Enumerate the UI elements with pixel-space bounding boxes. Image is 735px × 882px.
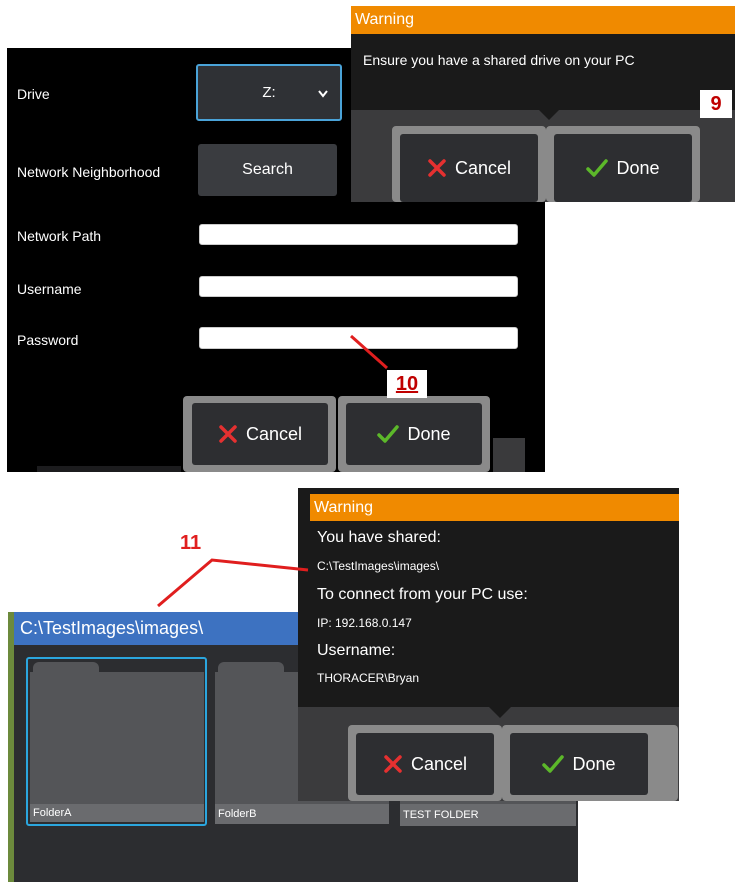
callout-step-10: 10 [387,370,427,398]
drive-label: Drive [17,86,50,102]
warning-notch [537,108,561,120]
network-done-label: Done [407,423,451,444]
close-icon [219,425,237,443]
shared-heading: You have shared: [317,529,441,546]
browser-path-bar: C:\TestImages\images\ [14,612,300,645]
ip-address: IP: 192.168.0.147 [317,616,412,630]
warning2-notch [488,706,512,718]
warning2-done-button[interactable]: Done [510,733,648,795]
username-label: Username [17,281,82,297]
window-edge-strip [8,612,14,882]
warning2-title: Warning [314,498,373,516]
callout-line-11 [157,558,309,608]
username-input[interactable] [199,276,518,297]
chevron-down-icon [318,90,328,98]
close-icon [428,159,446,177]
drive-select[interactable]: Z: [196,64,342,121]
warning2-cancel-label: Cancel [410,753,468,774]
search-button[interactable]: Search [198,144,337,196]
close-icon [384,755,402,773]
network-path-label: Network Path [17,228,102,244]
drive-value: Z: [262,84,276,101]
username-value: THORACER\Bryan [317,671,420,685]
shared-path: C:\TestImages\images\ [317,559,440,573]
network-path-input[interactable] [199,224,518,245]
warning-cancel-label: Cancel [454,157,512,178]
warning-done-label: Done [616,157,660,178]
warning2-cancel-button[interactable]: Cancel [356,733,494,795]
callout-step-9: 9 [700,90,732,118]
network-cancel-label: Cancel [245,423,303,444]
network-cancel-button[interactable]: Cancel [192,403,328,465]
username-heading: Username: [317,642,396,659]
folder-a-name: FolderA [30,804,204,822]
folder-b-name: FolderB [215,804,389,824]
warning-cancel-button[interactable]: Cancel [400,134,538,202]
network-neighborhood-label: Network Neighborhood [17,164,161,180]
warning2-title-bar: Warning [310,494,679,521]
warning-message: Ensure you have a shared drive on your P… [363,52,635,68]
checkmark-icon [377,425,400,443]
folder-test-name: TEST FOLDER [400,804,576,826]
warning-done-button[interactable]: Done [554,134,692,202]
checkmark-icon [542,755,565,773]
callout-line-10 [350,334,388,370]
checkmark-icon [586,159,609,177]
network-done-button[interactable]: Done [346,403,482,465]
warning-title: Warning [355,11,414,28]
browser-path: C:\TestImages\images\ [20,618,204,638]
warning-title-bar: Warning [351,6,735,34]
password-label: Password [17,332,79,348]
warning2-done-label: Done [572,753,616,774]
connect-heading: To connect from your PC use: [317,586,528,603]
search-button-label: Search [242,161,293,178]
panel-right-stub [493,438,525,472]
panel-bottom-stub [37,466,181,472]
folder-a-body [30,672,204,804]
